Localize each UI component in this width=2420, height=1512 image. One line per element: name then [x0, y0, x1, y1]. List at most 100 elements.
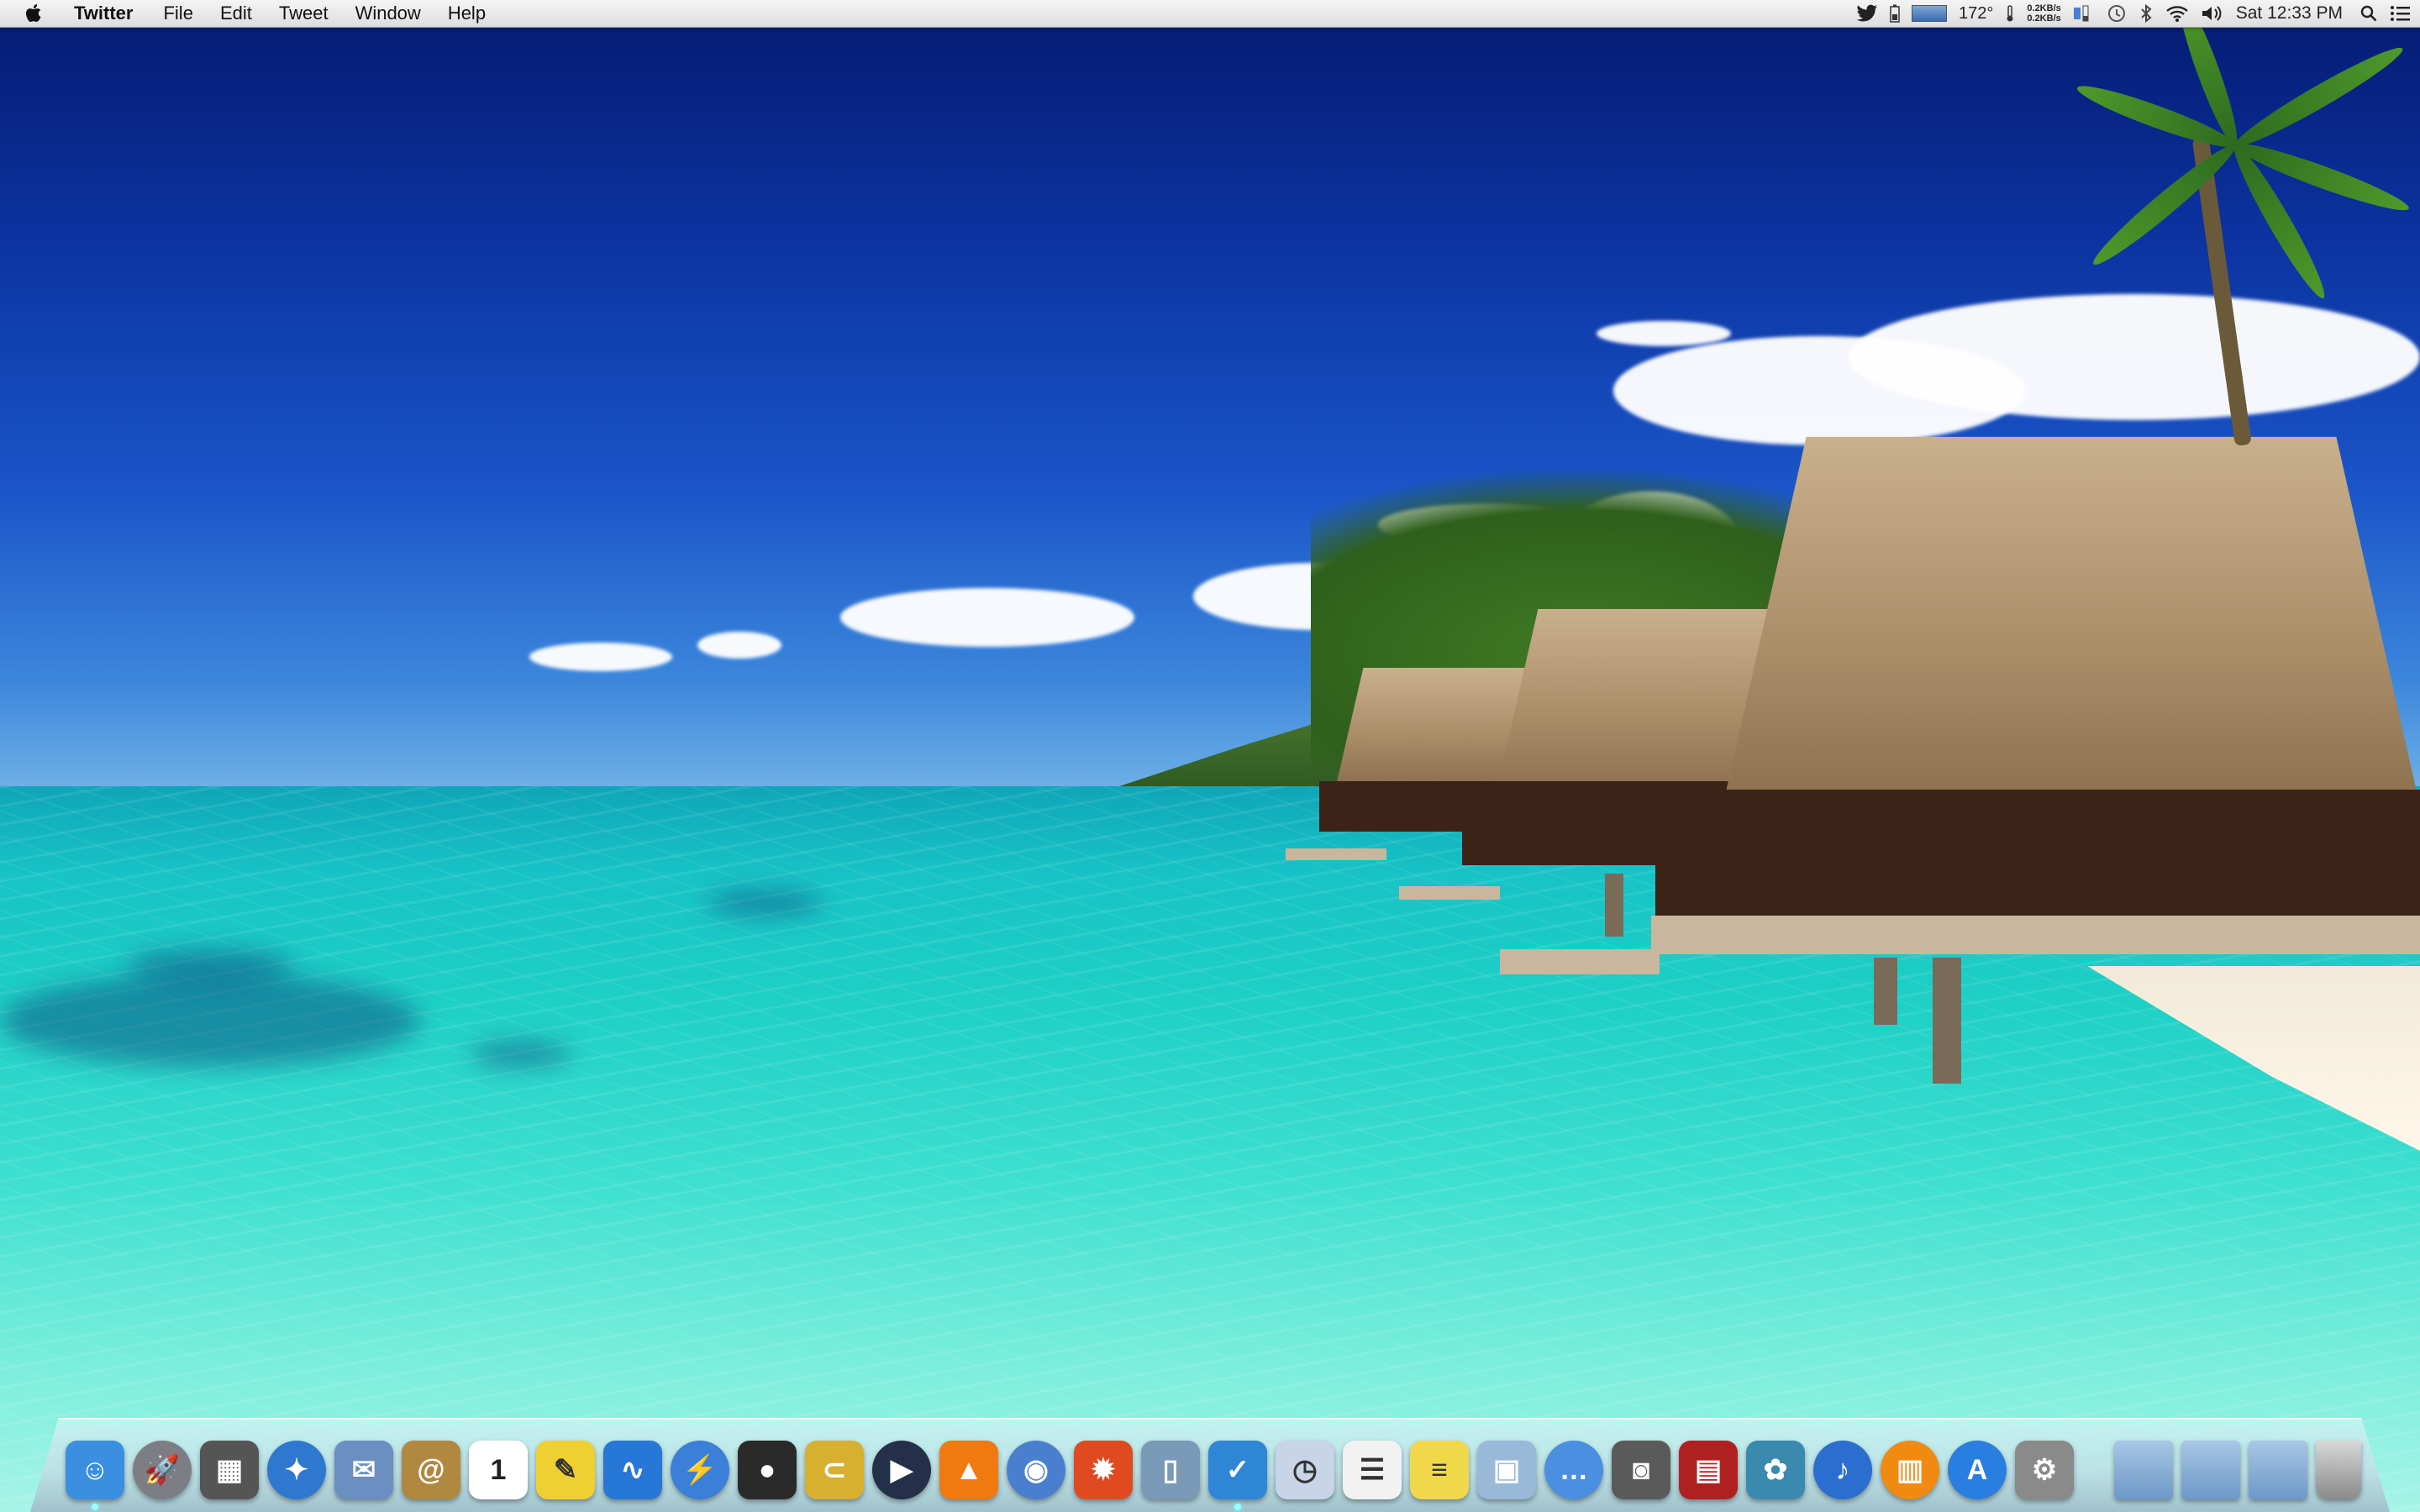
hut-wall	[1655, 790, 2420, 924]
chrome-icon: ◉	[1007, 1441, 1065, 1499]
documents-folder-icon	[2181, 1441, 2240, 1499]
wifi-icon[interactable]	[2165, 0, 2189, 27]
dock-item-contacts[interactable]: @	[402, 1438, 460, 1502]
cloud	[529, 643, 672, 671]
photo-booth-icon: ▤	[1679, 1441, 1738, 1499]
menu-bar: Twitter File Edit Tweet Window Help 172°…	[0, 0, 2420, 28]
dock-item-finder[interactable]: ☺	[66, 1438, 124, 1510]
menu-tweet[interactable]: Tweet	[266, 0, 342, 27]
dock-item-vlc[interactable]: ▲	[939, 1438, 998, 1502]
dock-item-notes[interactable]: ≡	[1410, 1438, 1469, 1502]
dock-item-calendar[interactable]: 1	[469, 1438, 528, 1502]
app-name-menu[interactable]: Twitter	[60, 0, 150, 27]
dock-item-trash[interactable]	[2316, 1438, 2361, 1502]
temperature-reading[interactable]: 172°	[1959, 0, 1993, 27]
notes-icon: ✎	[536, 1441, 595, 1499]
dock-item-reeder[interactable]: ⚡	[671, 1438, 729, 1502]
preview-icon: ▣	[1477, 1441, 1536, 1499]
menu-clock[interactable]: Sat 12:33 PM	[2236, 0, 2343, 27]
network-download-speed: 0.2KB/s	[2027, 13, 2061, 24]
bottle-icon: ▯	[1141, 1441, 1200, 1499]
dock-item-launchpad[interactable]: 🚀	[133, 1438, 192, 1502]
battery-icon[interactable]	[1890, 0, 1900, 27]
dock-item-messages[interactable]: …	[1544, 1438, 1603, 1502]
compass-icon: ✦	[267, 1441, 326, 1499]
dock-item-wave-app[interactable]: ∿	[603, 1438, 662, 1502]
applications-folder-icon	[2114, 1441, 2173, 1499]
dock-item-ibooks[interactable]: ▥	[1881, 1438, 1939, 1502]
address-book-icon: @	[402, 1441, 460, 1499]
menu-edit[interactable]: Edit	[207, 0, 266, 27]
dock-item-clipmenu[interactable]: ⊂	[805, 1438, 864, 1502]
notification-center-icon[interactable]	[2390, 0, 2412, 27]
rocket-icon: 🚀	[133, 1441, 192, 1499]
hut-pole	[1874, 958, 1897, 1025]
stamp-icon: ✉	[334, 1441, 393, 1499]
network-speed[interactable]: 0.2KB/s 0.2KB/s	[2027, 0, 2060, 27]
temperature-icon	[2005, 0, 2015, 27]
dock-item-reminders[interactable]: ☰	[1343, 1438, 1402, 1502]
dock-item-system-preferences[interactable]: ⚙	[2015, 1438, 2074, 1502]
running-indicator	[92, 1504, 98, 1510]
dock-item-documents-folder[interactable]	[2181, 1438, 2240, 1502]
flame-icon: ✹	[1074, 1441, 1133, 1499]
apple-menu-icon[interactable]	[22, 2, 45, 25]
traffic-cone-icon: ▲	[939, 1441, 998, 1499]
hut-deck	[1286, 848, 1386, 860]
speech-bubble-icon: …	[1544, 1441, 1603, 1499]
bluetooth-icon[interactable]	[2139, 0, 2154, 27]
dock-item-time-utility[interactable]: ◷	[1276, 1438, 1334, 1502]
dock-item-facetime[interactable]: ◙	[1612, 1438, 1670, 1502]
note-pad-icon: ≡	[1410, 1441, 1469, 1499]
dock-item-stickies[interactable]: ✎	[536, 1438, 595, 1502]
finder-icon: ☺	[66, 1441, 124, 1499]
lightning-icon: ⚡	[671, 1441, 729, 1499]
dock-item-itunes[interactable]: ♪	[1813, 1438, 1872, 1502]
dock-item-photo-booth[interactable]: ▤	[1679, 1438, 1738, 1502]
volume-icon[interactable]	[2201, 0, 2224, 27]
dock-item-iphoto[interactable]: ✿	[1746, 1438, 1805, 1502]
dock-item-app-store[interactable]: A	[1948, 1438, 2007, 1502]
dock-item-burn[interactable]: ✹	[1074, 1438, 1133, 1502]
hut-pole	[1605, 874, 1623, 937]
spotlight-icon[interactable]	[2360, 0, 2378, 27]
dock-item-chrome[interactable]: ◉	[1007, 1438, 1065, 1502]
book-icon: ▥	[1881, 1441, 1939, 1499]
dock-item-alfred[interactable]: ●	[738, 1438, 797, 1502]
dock-item-mail[interactable]: ✉	[334, 1438, 393, 1502]
music-note-icon: ♪	[1813, 1441, 1872, 1499]
reef-shadow	[471, 1042, 571, 1067]
reef-shadow	[126, 949, 294, 983]
calendar-icon: 1	[469, 1441, 528, 1499]
downloads-folder-icon	[2249, 1441, 2307, 1499]
cloud	[1597, 321, 1731, 346]
twitter-icon[interactable]	[1856, 0, 1878, 27]
dock-item-mission-control[interactable]: ▦	[200, 1438, 259, 1502]
cpu-graph-icon[interactable]	[1912, 0, 1948, 27]
time-machine-icon[interactable]	[2107, 0, 2127, 27]
reef-shadow	[706, 890, 823, 916]
app-store-icon: A	[1948, 1441, 2007, 1499]
reef-shadow	[0, 974, 420, 1067]
cloud	[1849, 294, 2420, 420]
dock-item-preview[interactable]: ▣	[1477, 1438, 1536, 1502]
dock-item-twitter[interactable]: ✓	[1208, 1438, 1267, 1510]
dock-item-downloads-folder[interactable]	[2249, 1438, 2307, 1502]
battery-level-icon[interactable]	[2073, 0, 2095, 27]
mission-control-icon: ▦	[200, 1441, 259, 1499]
checklist-icon: ☰	[1343, 1441, 1402, 1499]
play-icon: ▶	[872, 1441, 931, 1499]
menu-file[interactable]: File	[150, 0, 206, 27]
dock-item-prefs-bottle[interactable]: ▯	[1141, 1438, 1200, 1502]
trash-icon	[2316, 1441, 2361, 1499]
gear-icon: ⚙	[2015, 1441, 2074, 1499]
cloud	[840, 588, 1134, 647]
menu-window[interactable]: Window	[342, 0, 434, 27]
dock-item-safari[interactable]: ✦	[267, 1438, 326, 1502]
clock-calendar-icon: ◷	[1276, 1441, 1334, 1499]
dock-item-applications-folder[interactable]	[2114, 1438, 2173, 1502]
hut-deck	[1651, 916, 2420, 954]
menu-help[interactable]: Help	[434, 0, 499, 27]
hut-deck	[1399, 886, 1500, 900]
dock-item-quicktime[interactable]: ▶	[872, 1438, 931, 1502]
